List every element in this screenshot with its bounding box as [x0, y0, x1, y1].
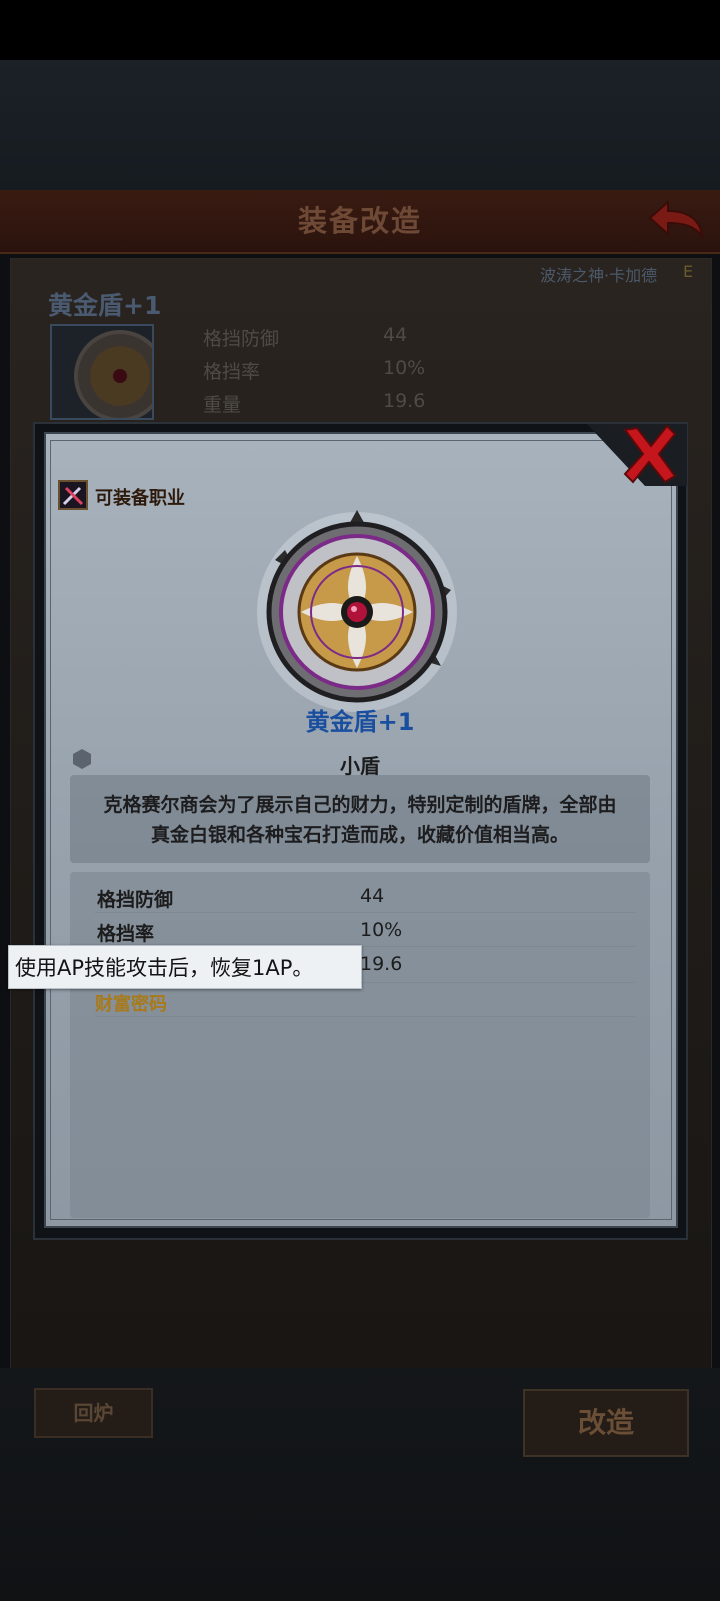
background-upper [0, 60, 720, 190]
hero-grade: E [683, 262, 694, 281]
bg-stat-value: 44 [383, 324, 408, 346]
item-thumbnail[interactable] [50, 324, 154, 420]
page-title: 装备改造 [297, 204, 422, 238]
stat-label: 格挡防御 [97, 889, 174, 911]
recycle-button[interactable]: 回炉 [34, 1388, 153, 1438]
close-button[interactable] [587, 424, 687, 486]
hero-name: 波涛之神·卡加德 [540, 266, 658, 285]
class-label: 可装备职业 [95, 488, 185, 509]
item-title: 黄金盾+1 [305, 708, 415, 736]
class-weapon-icon [58, 480, 88, 510]
bg-stat-label: 重量 [203, 394, 242, 416]
shield-thumb-icon [74, 330, 152, 418]
stat-value: 44 [360, 885, 385, 907]
item-name: 黄金盾+1 [48, 291, 162, 320]
status-bar [0, 0, 720, 60]
close-x-icon [587, 424, 687, 486]
bg-stat-label: 格挡率 [203, 361, 261, 383]
stat-divider [95, 1016, 635, 1017]
gold-shield-icon [245, 510, 469, 714]
bg-stat-value: 10% [383, 357, 426, 379]
back-button[interactable] [646, 196, 706, 244]
bg-stat-label: 格挡防御 [203, 328, 280, 350]
back-arrow-icon [648, 199, 704, 240]
skill-tooltip-text: 使用AP技能攻击后，恢复1AP。 [15, 956, 314, 980]
stat-value: 10% [360, 919, 403, 941]
forge-button[interactable]: 改造 [523, 1389, 689, 1457]
stat-label: 格挡率 [97, 923, 155, 945]
stat-value: 19.6 [360, 953, 403, 975]
stat-divider [95, 912, 635, 913]
item-description: 克格赛尔商会为了展示自己的财力，特别定制的盾牌，全部由真金白银和各种宝石打造而成… [103, 794, 617, 846]
bg-stat-value: 19.6 [383, 390, 426, 412]
skill-name[interactable]: 财富密码 [95, 990, 167, 1016]
